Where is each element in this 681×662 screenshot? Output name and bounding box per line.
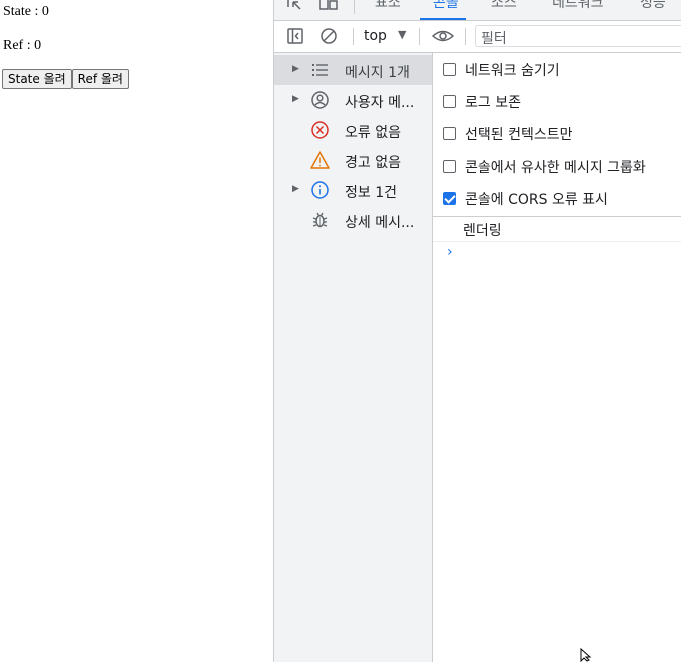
show-cors-errors-checkbox[interactable] — [443, 192, 456, 205]
console-toolbar: top ▼ 필터 — [274, 21, 681, 53]
setting-label: 로그 보존 — [465, 95, 521, 111]
state-increment-button[interactable]: State 올려 — [2, 69, 72, 89]
sidebar-item-label: 경고 없음 — [345, 155, 401, 171]
tab-network[interactable]: 네트워크 — [552, 0, 604, 12]
active-tab-indicator — [420, 18, 466, 20]
setting-show-cors-errors[interactable]: 콘솔에 CORS 오류 표시 — [433, 183, 681, 215]
toolbar-separator — [465, 28, 466, 45]
devtools-tabbar: 표소 콘솔 소스 네트워크 성능 — [274, 0, 681, 21]
ref-increment-button[interactable]: Ref 올려 — [71, 69, 129, 89]
info-icon — [310, 180, 330, 200]
expand-triangle-icon[interactable]: ▶ — [292, 64, 299, 74]
ref-text: Ref : 0 — [3, 38, 42, 53]
console-prompt-icon[interactable]: › — [447, 244, 453, 260]
page-content: State : 0 Ref : 0 State 올려 Ref 올려 — [0, 0, 273, 662]
bug-icon — [310, 210, 330, 230]
filter-input[interactable]: 필터 — [475, 25, 681, 47]
sidebar-toggle-icon[interactable] — [286, 27, 304, 45]
context-selector[interactable]: top — [364, 28, 387, 44]
setting-label: 선택된 컨텍스트만 — [465, 127, 573, 143]
sidebar-item-label: 메시지 1개 — [345, 65, 410, 81]
setting-selected-context-only[interactable]: 선택된 컨텍스트만 — [433, 118, 681, 150]
sidebar-item-errors[interactable]: 오류 없음 — [274, 115, 432, 145]
setting-preserve-log[interactable]: 로그 보존 — [433, 86, 681, 118]
console-sidebar: ▶ 메시지 1개 ▶ 사용자 메... 오류 없음 경고 없음 ▶ 정보 1건 … — [274, 53, 433, 662]
group-similar-checkbox[interactable] — [443, 160, 456, 173]
selected-context-checkbox[interactable] — [443, 127, 456, 140]
sidebar-item-warnings[interactable]: 경고 없음 — [274, 145, 432, 175]
sidebar-item-verbose[interactable]: 상세 메시... — [274, 205, 432, 235]
list-icon — [310, 60, 330, 80]
live-expression-eye-icon[interactable] — [431, 27, 455, 45]
button-row: State 올려 Ref 올려 — [2, 69, 129, 89]
tab-performance[interactable]: 성능 — [640, 0, 666, 12]
sidebar-item-label: 오류 없음 — [345, 125, 401, 141]
setting-group-similar[interactable]: 콘솔에서 유사한 메시지 그룹화 — [433, 151, 681, 183]
setting-hide-network[interactable]: 네트워크 숨기기 — [433, 54, 681, 86]
toolbar-separator — [353, 28, 354, 45]
sidebar-item-label: 정보 1건 — [345, 185, 397, 201]
tab-separator — [354, 0, 355, 14]
console-message-text: 렌더링 — [463, 223, 502, 239]
sidebar-item-user-messages[interactable]: ▶ 사용자 메... — [274, 85, 432, 115]
state-text: State : 0 — [3, 4, 49, 19]
preserve-log-checkbox[interactable] — [443, 95, 456, 108]
setting-label: 네트워크 숨기기 — [465, 63, 560, 79]
tab-console[interactable]: 콘솔 — [433, 0, 459, 12]
sidebar-item-messages[interactable]: ▶ 메시지 1개 — [274, 55, 432, 85]
chevron-down-icon[interactable]: ▼ — [398, 28, 406, 41]
user-icon — [310, 90, 330, 110]
sidebar-item-label: 사용자 메... — [345, 95, 415, 111]
tab-sources[interactable]: 소스 — [491, 0, 517, 12]
device-toolbar-icon[interactable] — [318, 0, 340, 16]
sidebar-item-info[interactable]: ▶ 정보 1건 — [274, 175, 432, 205]
setting-label: 콘솔에서 유사한 메시지 그룹화 — [465, 160, 646, 176]
clear-console-icon[interactable] — [320, 27, 338, 45]
setting-label: 콘솔에 CORS 오류 표시 — [465, 192, 608, 208]
inspect-icon[interactable] — [285, 0, 303, 16]
expand-triangle-icon[interactable]: ▶ — [292, 94, 299, 104]
mouse-cursor-icon — [580, 648, 592, 662]
console-message-row: 렌더링 — [433, 217, 681, 242]
sidebar-item-label: 상세 메시... — [345, 215, 415, 231]
devtools-panel: 표소 콘솔 소스 네트워크 성능 top ▼ 필터 ▶ 메시지 1개 ▶ 사용자… — [273, 0, 681, 662]
toolbar-separator — [419, 28, 420, 45]
expand-triangle-icon[interactable]: ▶ — [292, 184, 299, 194]
error-icon — [310, 120, 330, 140]
warning-icon — [310, 150, 330, 170]
tab-elements[interactable]: 표소 — [375, 0, 401, 12]
hide-network-checkbox[interactable] — [443, 63, 456, 76]
